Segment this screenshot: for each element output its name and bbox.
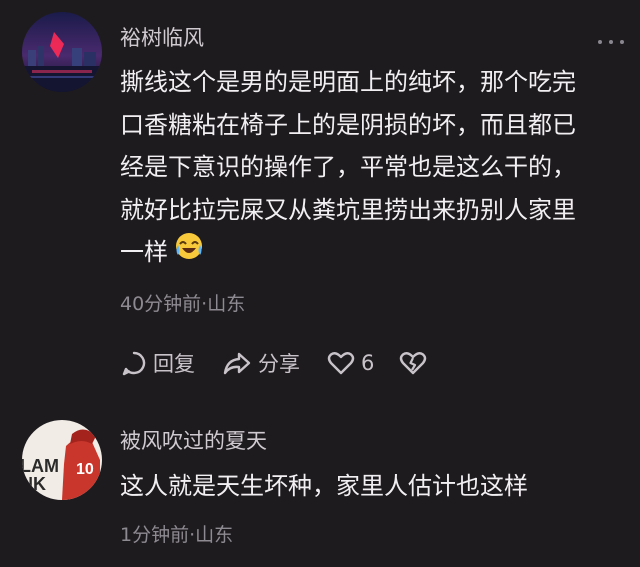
comment-username[interactable]: 被风吹过的夏天 xyxy=(120,425,267,455)
broken-heart-icon xyxy=(400,352,427,375)
comment-text: 撕线这个是男的是明面上的纯坏，那个吃完 口香糖粘在椅子上的是阴损的坏，而且都已 … xyxy=(120,61,576,275)
avatar-image: LAM NK 10 xyxy=(22,420,102,500)
share-label: 分享 xyxy=(258,352,300,376)
reply-button[interactable]: 回复 xyxy=(120,348,195,378)
comment-actions: 回复 分享 6 xyxy=(120,346,428,380)
reply-icon xyxy=(122,351,146,376)
avatar-image xyxy=(22,12,102,92)
avatar[interactable]: LAM NK 10 xyxy=(22,420,102,500)
comment-meta: 1分钟前·山东 xyxy=(120,524,234,546)
dislike-button[interactable] xyxy=(398,349,428,377)
more-options-icon[interactable] xyxy=(598,34,624,50)
comment-text-line: 这人就是天生坏种，家里人估计也这样 xyxy=(120,472,528,500)
comment-username[interactable]: 裕树临风 xyxy=(120,22,204,52)
svg-text:LAM: LAM xyxy=(22,456,59,476)
share-button[interactable]: 分享 xyxy=(221,348,300,378)
comment-text-line: 经是下意识的操作了，平常也是这么干的， xyxy=(120,153,576,181)
comment-meta: 40分钟前·山东 xyxy=(120,293,246,315)
svg-text:NK: NK xyxy=(22,474,46,494)
avatar[interactable] xyxy=(22,12,102,92)
comment-text-line-end: 一样 xyxy=(120,238,168,266)
reply-label: 回复 xyxy=(153,352,195,376)
comment-text-line: 撕线这个是男的是明面上的纯坏，那个吃完 xyxy=(120,68,576,96)
like-count: 6 xyxy=(361,351,375,375)
share-icon xyxy=(223,352,251,375)
svg-text:10: 10 xyxy=(76,461,94,478)
like-button[interactable]: 6 xyxy=(326,349,374,377)
comment-text: 这人就是天生坏种，家里人估计也这样 xyxy=(120,465,528,508)
comment-text-line: 就好比拉完屎又从粪坑里捞出来扔别人家里 xyxy=(120,195,576,224)
comment-text-line-last: 一样 xyxy=(120,231,576,275)
comment-text-line: 口香糖粘在椅子上的是阴损的坏，而且都已 xyxy=(120,110,576,139)
heart-icon xyxy=(327,352,355,375)
crying-laughing-emoji-icon xyxy=(174,231,204,275)
